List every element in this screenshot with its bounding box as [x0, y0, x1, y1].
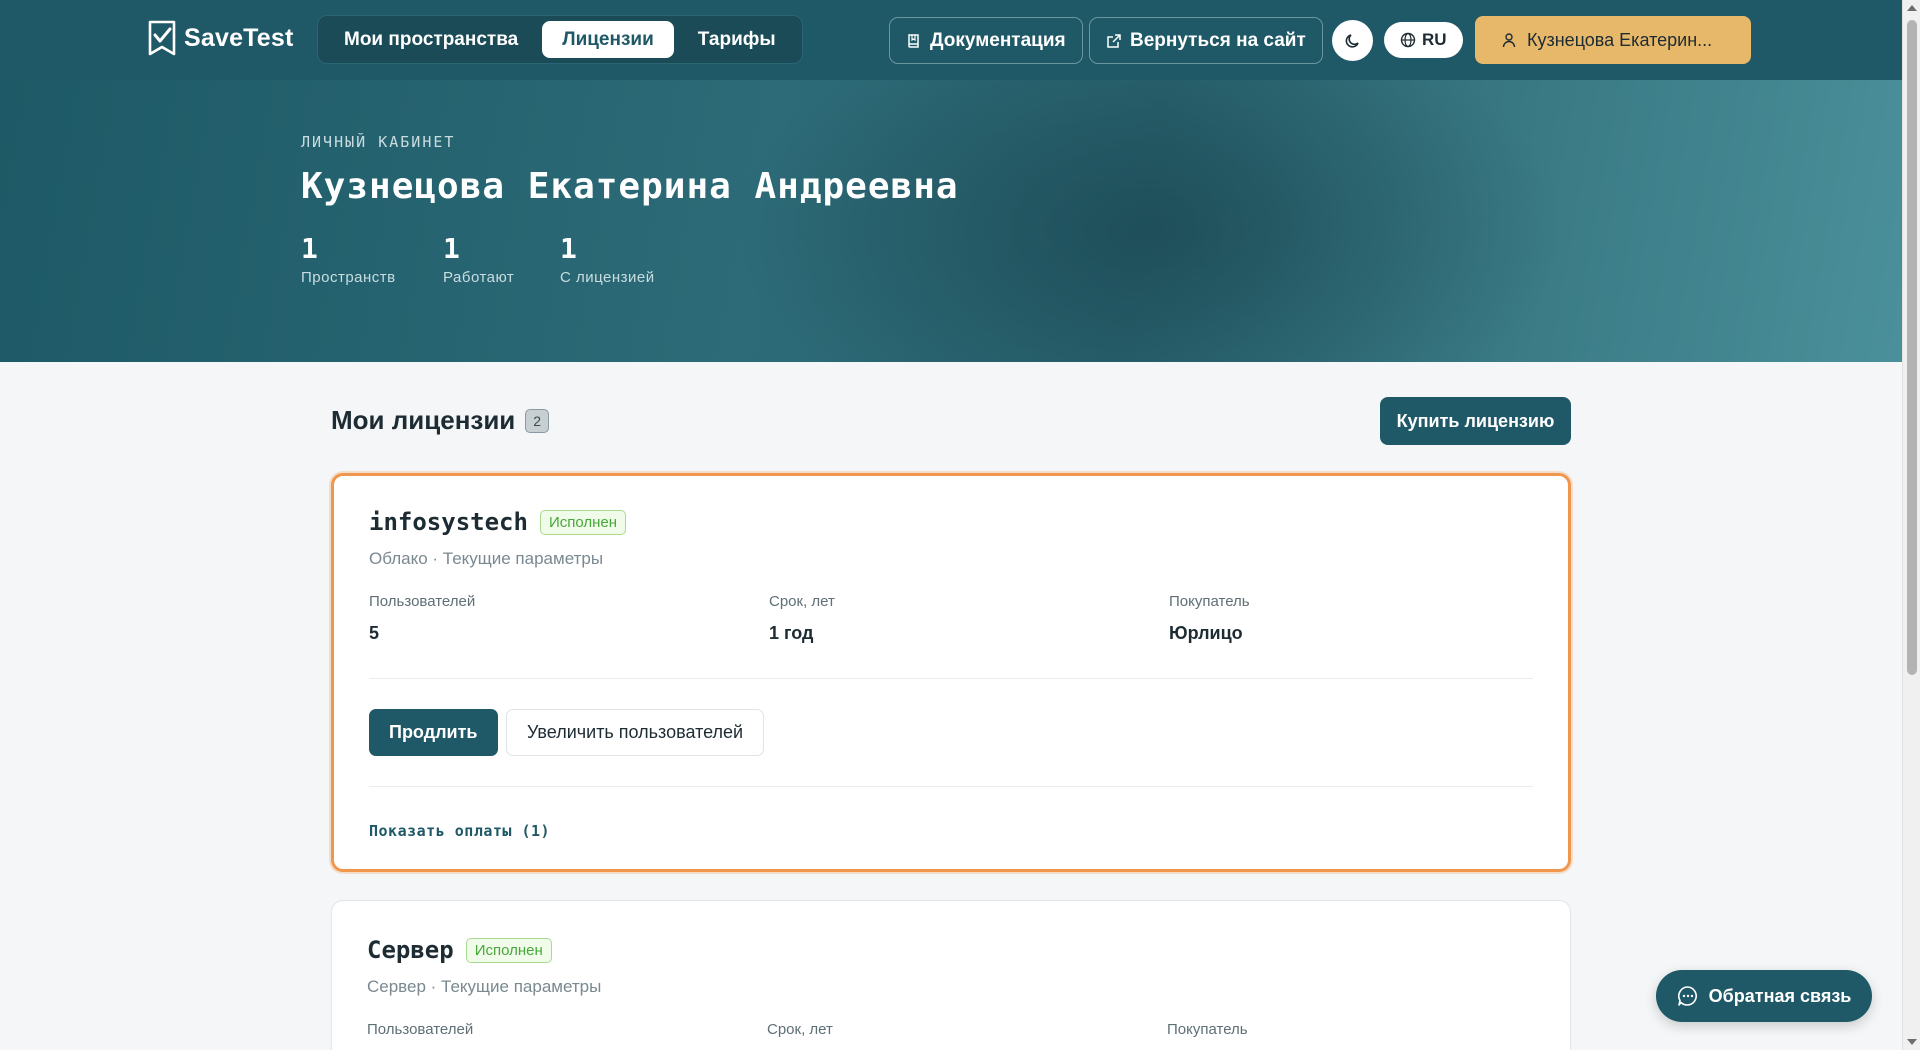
- stat-label: С лицензией: [560, 269, 655, 286]
- stat-label: Пространств: [301, 269, 396, 286]
- scroll-up-arrow[interactable]: [1907, 5, 1917, 11]
- term-value: 1 год: [769, 623, 814, 643]
- term-label: Срок, лет: [769, 593, 835, 610]
- language-label: RU: [1422, 30, 1447, 49]
- renew-button[interactable]: Продлить: [369, 709, 498, 756]
- section-title: Мои лицензии: [331, 405, 516, 435]
- hero-label: ЛИЧНЫЙ КАБИНЕТ: [301, 133, 456, 151]
- stat-spaces: 1 Пространств: [301, 232, 396, 286]
- hero-glow: [700, 80, 1600, 362]
- licenses-count-badge: 2: [525, 408, 550, 433]
- divider: [369, 786, 1533, 787]
- license-subtitle: Облако · Текущие параметры: [369, 549, 604, 568]
- status-badge: Исполнен: [539, 509, 627, 535]
- back-to-site-label: Вернуться на сайт: [1130, 29, 1306, 51]
- license-name: infosystech: [369, 508, 528, 536]
- chat-icon: [1677, 986, 1697, 1006]
- main-nav: Мои пространства Лицензии Тарифы: [317, 15, 803, 64]
- license-title: infosystech Исполнен: [369, 508, 627, 536]
- licenses-header: Мои лицензии 2: [331, 405, 550, 436]
- top-bar: SaveTest Мои пространства Лицензии Тариф…: [0, 0, 1902, 80]
- license-card: Сервер Исполнен Сервер · Текущие парамет…: [331, 900, 1571, 1050]
- users-label: Пользователей: [367, 1021, 474, 1038]
- theme-toggle-button[interactable]: [1332, 20, 1373, 61]
- tab-my-spaces[interactable]: Мои пространства: [324, 21, 538, 58]
- buyer-label: Покупатель: [1169, 593, 1250, 610]
- stat-value: 1: [443, 232, 460, 265]
- license-card: infosystech Исполнен Облако · Текущие па…: [331, 473, 1571, 872]
- documentation-button[interactable]: Документация: [889, 17, 1083, 64]
- stat-working: 1 Работают: [443, 232, 514, 286]
- stat-label: Работают: [443, 269, 515, 286]
- page-title: Кузнецова Екатерина Андреевна: [301, 166, 959, 207]
- license-title: Сервер Исполнен: [367, 936, 552, 964]
- savetest-logo-icon: [148, 20, 176, 56]
- user-icon: [1502, 33, 1516, 48]
- status-badge: Исполнен: [465, 937, 552, 963]
- buy-license-button[interactable]: Купить лицензию: [1380, 397, 1571, 445]
- profile-hero: ЛИЧНЫЙ КАБИНЕТ Кузнецова Екатерина Андре…: [0, 80, 1902, 362]
- buyer-label: Покупатель: [1167, 1021, 1248, 1038]
- feedback-label: Обратная связь: [1708, 985, 1852, 1006]
- buyer-value: Юрлицо: [1169, 623, 1243, 643]
- user-name: Кузнецова Екатерин...: [1527, 29, 1713, 50]
- show-payments-link[interactable]: Показать оплаты (1): [369, 822, 550, 840]
- license-subtitle: Сервер · Текущие параметры: [367, 977, 602, 996]
- moon-icon: [1345, 33, 1359, 48]
- users-value: 5: [369, 623, 380, 643]
- increase-users-button[interactable]: Увеличить пользователей: [506, 709, 765, 756]
- page-scrollbar[interactable]: [1902, 0, 1920, 1050]
- users-label: Пользователей: [369, 593, 476, 610]
- book-icon: [908, 33, 919, 48]
- scroll-thumb[interactable]: [1907, 20, 1917, 675]
- external-link-icon: [1107, 33, 1121, 48]
- tab-tariffs[interactable]: Тарифы: [678, 21, 796, 58]
- stat-value: 1: [560, 232, 577, 265]
- documentation-label: Документация: [930, 29, 1066, 51]
- stat-value: 1: [301, 232, 318, 265]
- tab-licenses[interactable]: Лицензии: [542, 21, 674, 58]
- user-menu-button[interactable]: Кузнецова Екатерин...: [1475, 16, 1751, 64]
- logo[interactable]: SaveTest: [148, 20, 294, 56]
- divider: [369, 678, 1533, 679]
- app-name: SaveTest: [184, 23, 294, 52]
- back-to-site-button[interactable]: Вернуться на сайт: [1089, 17, 1323, 64]
- stat-licensed: 1 С лицензией: [560, 232, 655, 286]
- license-name: Сервер: [367, 936, 454, 964]
- scroll-down-arrow[interactable]: [1907, 1039, 1917, 1045]
- globe-icon: [1400, 32, 1416, 48]
- feedback-button[interactable]: Обратная связь: [1656, 970, 1872, 1022]
- language-button[interactable]: RU: [1384, 22, 1463, 58]
- term-label: Срок, лет: [767, 1021, 833, 1038]
